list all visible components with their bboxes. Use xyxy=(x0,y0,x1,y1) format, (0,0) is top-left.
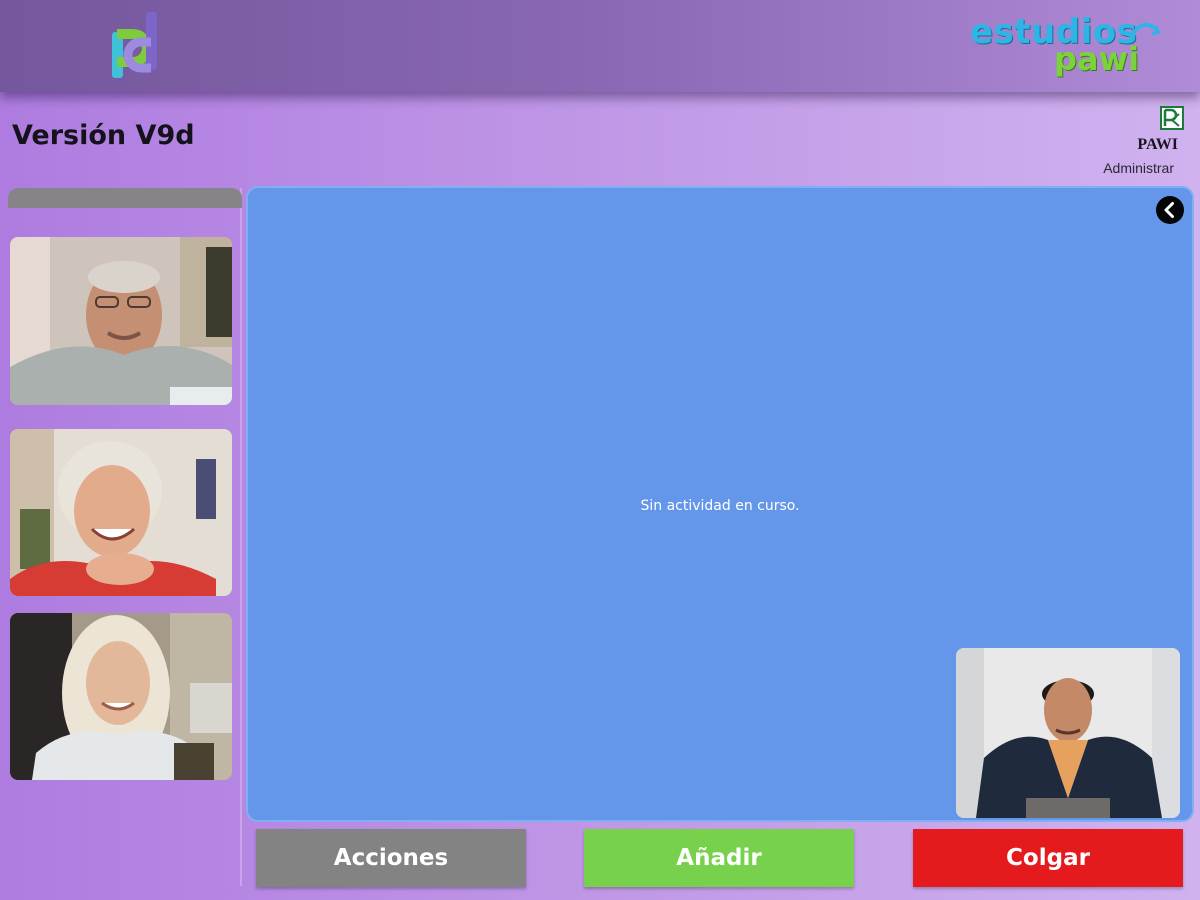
brand-swirl-icon xyxy=(1130,23,1160,38)
participant-tile-2[interactable] xyxy=(10,429,232,596)
participant-photo-2 xyxy=(10,429,232,596)
no-activity-message: Sin actividad en curso. xyxy=(640,498,800,514)
self-camera-photo xyxy=(956,648,1180,818)
participant-photo-1 xyxy=(10,237,232,405)
participants-panel xyxy=(8,188,242,886)
collapse-panel-button[interactable] xyxy=(1156,196,1184,224)
pd-logo-icon[interactable] xyxy=(106,10,162,82)
page-title: Versión V9d xyxy=(12,120,195,151)
participant-tile-1[interactable] xyxy=(10,237,232,405)
anadir-button[interactable]: Añadir xyxy=(584,829,854,887)
user-badge-icon xyxy=(1160,106,1184,130)
colgar-button[interactable]: Colgar xyxy=(913,829,1183,887)
user-profile[interactable]: PAWI Administrar xyxy=(1088,106,1188,178)
estudios-pawi-logo[interactable]: estudios pawi xyxy=(970,12,1160,78)
chevron-left-circle-icon xyxy=(1157,197,1183,223)
top-header-bar: estudios pawi xyxy=(0,0,1200,92)
participants-header-bar xyxy=(8,188,242,208)
participant-tile-3[interactable] xyxy=(10,613,232,780)
administrar-link[interactable]: Administrar xyxy=(1103,160,1174,176)
user-name: PAWI xyxy=(1137,136,1178,153)
main-stage: Sin actividad en curso. xyxy=(246,186,1194,822)
brand-text-pawi: pawi xyxy=(1054,40,1140,78)
self-camera-view[interactable] xyxy=(956,648,1180,818)
participant-photo-3 xyxy=(10,613,232,780)
acciones-button[interactable]: Acciones xyxy=(256,829,526,887)
